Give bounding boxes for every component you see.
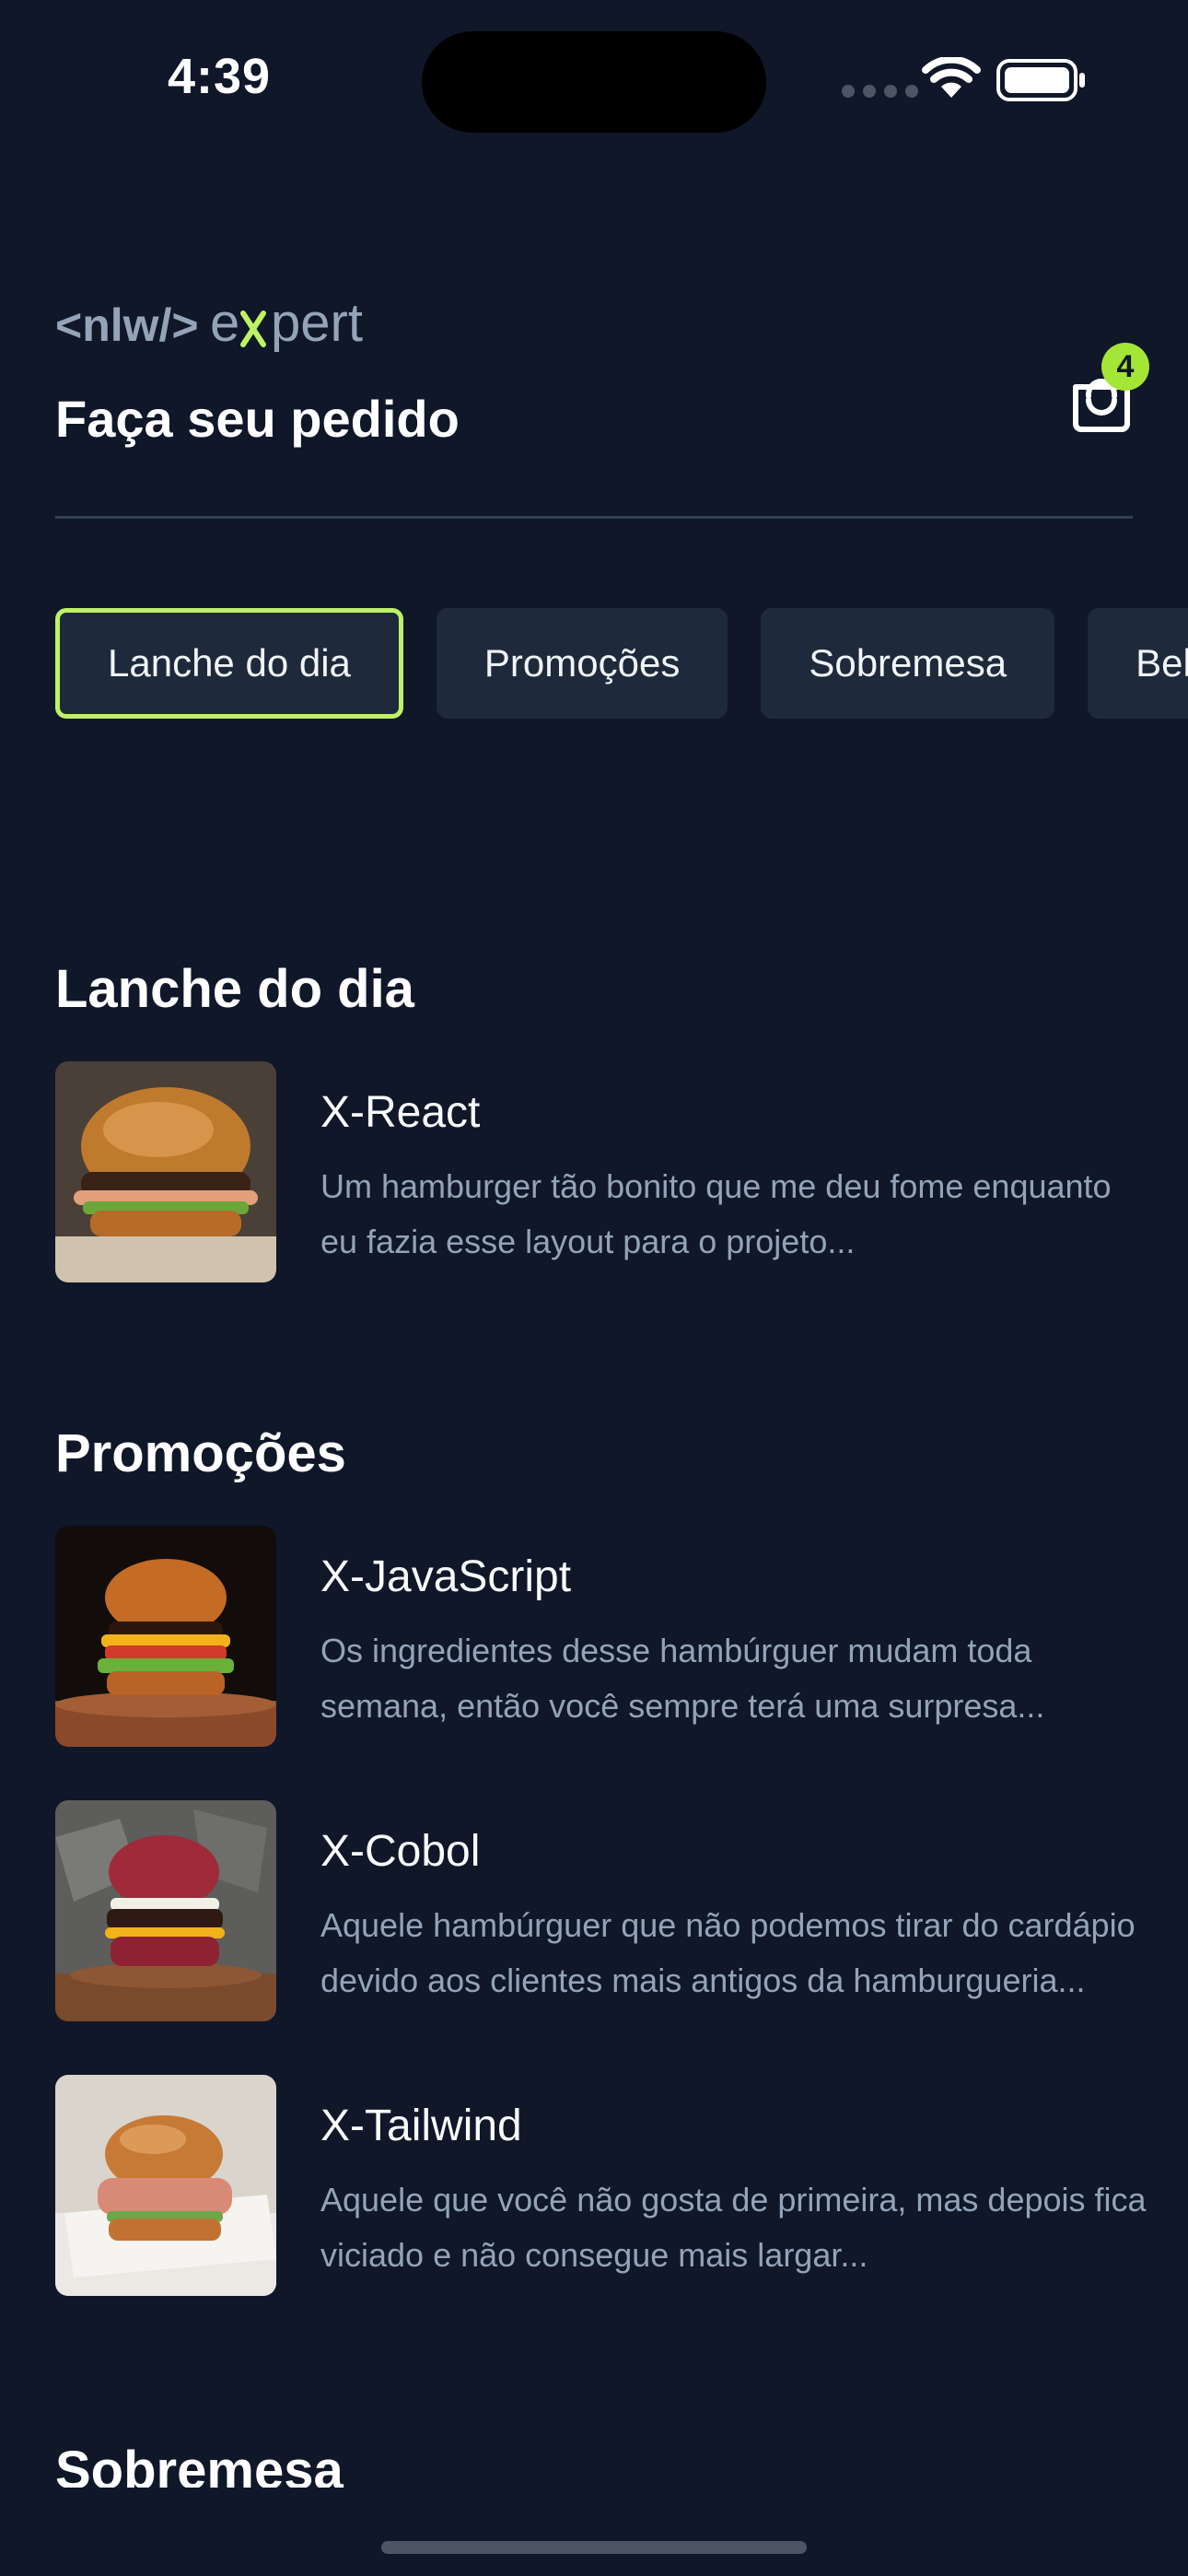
nlw-expert-logo: <nlw/> e pert — [55, 293, 363, 353]
battery-icon — [996, 59, 1085, 101]
cellular-signal-icon — [842, 85, 918, 98]
section-title-promocoes: Promoções — [55, 1423, 346, 1483]
dynamic-island — [422, 31, 766, 133]
product-item-x-react[interactable]: X-React Um hamburger tão bonito que me d… — [55, 1061, 1133, 1282]
product-name: X-Cobol — [320, 1827, 481, 1876]
header-divider — [55, 516, 1133, 519]
burger-image — [55, 1061, 276, 1282]
svg-text:e: e — [210, 293, 239, 353]
category-tabs: Lanche do dia Promoções Sobremesa Bebida… — [55, 608, 1188, 719]
burger-image — [55, 2075, 276, 2296]
wifi-icon — [922, 57, 981, 98]
page-title: Faça seu pedido — [55, 390, 460, 448]
product-description: Um hamburger tão bonito que me deu fome … — [320, 1167, 1112, 1260]
burger-image — [55, 1526, 276, 1747]
tab-bebidas[interactable]: Bebidas — [1088, 608, 1188, 719]
product-name: X-Tailwind — [320, 2102, 522, 2150]
section-title-lanche-do-dia: Lanche do dia — [55, 959, 414, 1019]
burger-image — [55, 1800, 276, 2021]
product-name: X-React — [320, 1088, 481, 1137]
product-item-x-cobol[interactable]: X-Cobol Aquele hambúrguer que não podemo… — [55, 1800, 1136, 2021]
product-description: Os ingredientes desse hambúrguer mudam t… — [320, 1632, 1045, 1725]
product-item-x-javascript[interactable]: X-JavaScript Os ingredientes desse hambú… — [55, 1526, 1133, 1747]
product-name: X-JavaScript — [320, 1552, 572, 1601]
home-indicator[interactable] — [381, 2541, 807, 2554]
status-bar: 4:39 — [0, 0, 1188, 157]
tab-promocoes[interactable]: Promoções — [436, 608, 728, 719]
status-time: 4:39 — [168, 49, 272, 104]
tab-sobremesa[interactable]: Sobremesa — [761, 608, 1055, 719]
product-description: Aquele hambúrguer que não podemos tirar … — [320, 1906, 1136, 1999]
svg-text:<nlw/>: <nlw/> — [55, 299, 199, 351]
product-item-x-tailwind[interactable]: X-Tailwind Aquele que você não gosta de … — [55, 2075, 1147, 2296]
bottom-safe-area — [0, 2488, 1188, 2576]
cart-count-badge: 4 — [1101, 343, 1149, 391]
tab-lanche-do-dia[interactable]: Lanche do dia — [55, 608, 403, 719]
svg-text:pert: pert — [271, 293, 363, 353]
product-description: Aquele que você não gosta de primeira, m… — [320, 2181, 1147, 2274]
